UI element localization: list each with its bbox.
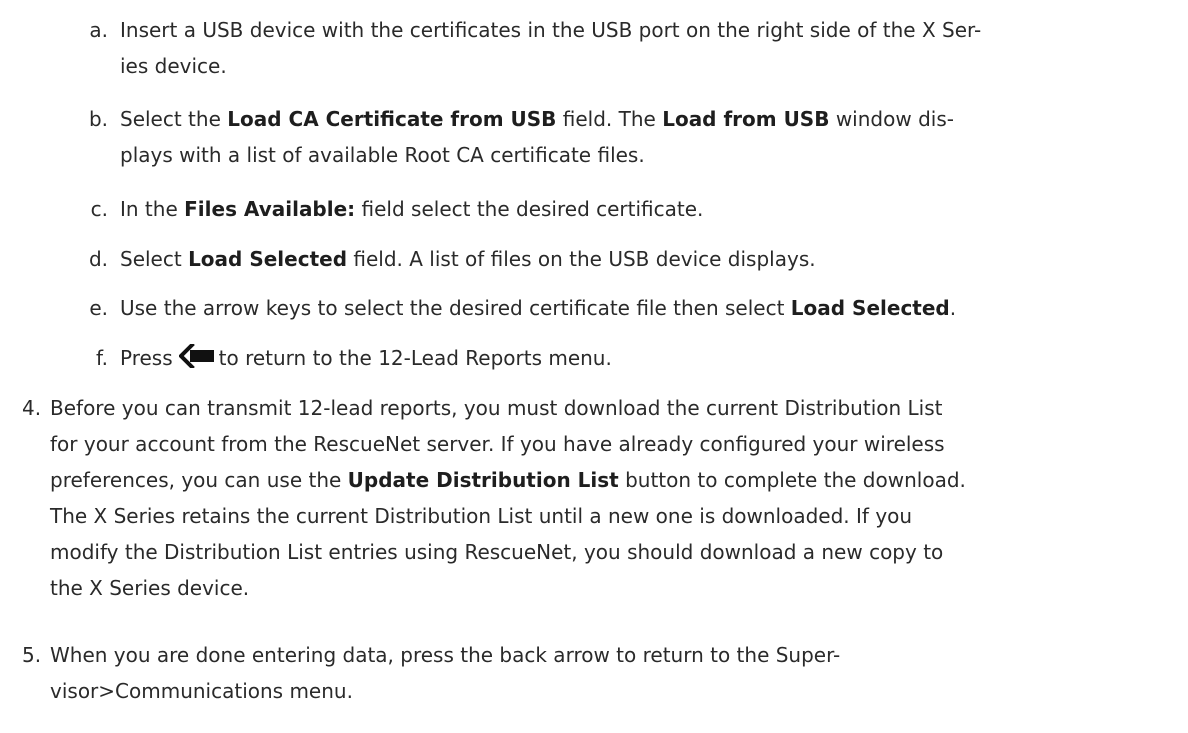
step-text-line: plays with a list of available Root CA c… — [120, 143, 645, 167]
text-run: Use the arrow keys to select the desired… — [120, 296, 791, 320]
step-marker: 4. — [22, 396, 42, 420]
step-text-line: modify the Distribution List entries usi… — [50, 540, 944, 564]
step-d: d. Select Load Selected field. A list of… — [86, 241, 1176, 277]
text-run: field. The — [556, 107, 663, 131]
step-text-line: When you are done entering data, press t… — [50, 643, 841, 667]
step-text: Use the arrow keys to select the desired… — [120, 290, 1176, 326]
step-marker: f. — [96, 346, 108, 370]
step-text-line: Insert a USB device with the certificate… — [120, 18, 982, 42]
step-e: e. Use the arrow keys to select the desi… — [86, 290, 1176, 326]
text-run: Select — [120, 247, 189, 271]
step-b: b. Select the Load CA Certificate from U… — [86, 101, 1176, 173]
bold-term: Files Available: — [184, 197, 356, 221]
step-marker: b. — [88, 107, 108, 131]
document-page: a. Insert a USB device with the certific… — [0, 0, 1188, 733]
step-f: f. Press to return to the 12-Lead Reports… — [86, 340, 1176, 376]
step-marker: a. — [89, 18, 108, 42]
step-text: In the Files Available: field select the… — [120, 191, 1176, 227]
text-run: window dis- — [829, 107, 954, 131]
step-text-line: the X Series device. — [50, 576, 250, 600]
bold-term: Load from USB — [662, 107, 830, 131]
step-text-line: ies device. — [120, 54, 227, 78]
bold-term: Update Distribution List — [347, 468, 619, 492]
step-text: Select Load Selected field. A list of fi… — [120, 241, 1176, 277]
step-text-line: for your account from the RescueNet serv… — [50, 432, 945, 456]
text-run: Select the — [120, 107, 228, 131]
step-text: Before you can transmit 12-lead reports,… — [50, 390, 1182, 606]
text-run: field. A list of files on the USB device… — [347, 247, 816, 271]
step-4: 4. Before you can transmit 12-lead repor… — [22, 390, 1182, 606]
bold-term: Load CA Certificate from USB — [227, 107, 557, 131]
step-text-line: visor>Communications menu. — [50, 679, 353, 703]
step-c: c. In the Files Available: field select … — [86, 191, 1176, 227]
step-5: 5. When you are done entering data, pres… — [22, 637, 1182, 709]
step-text: Press to return to the 12-Lead Reports me… — [120, 340, 1176, 376]
step-text-line: The X Series retains the current Distrib… — [50, 504, 913, 528]
step-marker: e. — [89, 296, 108, 320]
bold-term: Load Selected — [790, 296, 950, 320]
back-arrow-icon — [177, 342, 215, 370]
text-run: to return to the 12-Lead Reports menu. — [218, 346, 612, 370]
text-run: preferences, you can use the — [50, 468, 348, 492]
text-run: . — [949, 296, 957, 320]
step-text: Select the Load CA Certificate from USB … — [120, 101, 1176, 173]
step-text-line: Select the Load CA Certificate from USB … — [120, 101, 1176, 137]
step-text: When you are done entering data, press t… — [50, 637, 1182, 709]
text-run: Press — [120, 346, 173, 370]
bold-term: Load Selected — [188, 247, 348, 271]
step-marker: 5. — [22, 643, 42, 667]
step-marker: c. — [90, 197, 108, 221]
text-run: In the — [120, 197, 185, 221]
step-marker: d. — [88, 247, 108, 271]
step-a: a. Insert a USB device with the certific… — [86, 12, 1176, 84]
text-run: button to complete the download. — [618, 468, 966, 492]
text-run: field select the desired certificate. — [355, 197, 704, 221]
step-text-line: Before you can transmit 12-lead reports,… — [50, 396, 943, 420]
step-text-line: preferences, you can use the Update Dist… — [50, 462, 1182, 498]
step-text: Insert a USB device with the certificate… — [120, 12, 1176, 84]
